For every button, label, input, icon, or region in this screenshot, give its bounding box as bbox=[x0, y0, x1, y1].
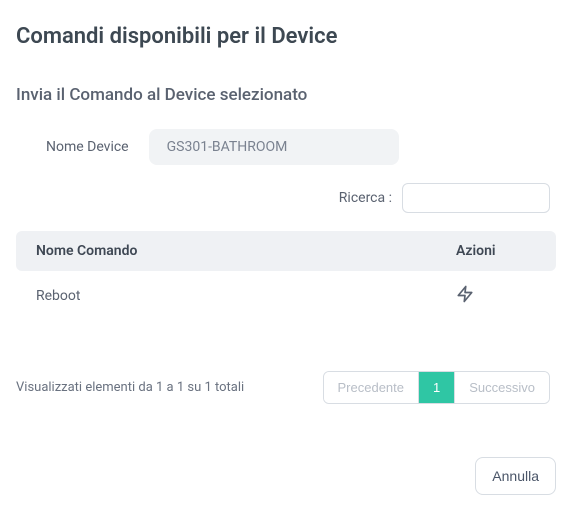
search-label: Ricerca : bbox=[339, 190, 392, 206]
commands-table: Nome Comando Azioni Reboot bbox=[16, 231, 556, 321]
col-header-name: Nome Comando bbox=[36, 243, 456, 259]
search-row: Ricerca : bbox=[16, 183, 556, 213]
device-name-label: Nome Device bbox=[16, 139, 129, 155]
command-name: Reboot bbox=[36, 288, 456, 304]
pagination: Precedente 1 Successivo bbox=[323, 371, 550, 404]
pagination-prev[interactable]: Precedente bbox=[324, 372, 420, 403]
results-text: Visualizzati elementi da 1 a 1 su 1 tota… bbox=[16, 380, 244, 395]
lightning-icon[interactable] bbox=[456, 285, 474, 303]
cancel-button[interactable]: Annulla bbox=[475, 457, 556, 495]
pagination-page-1[interactable]: 1 bbox=[419, 372, 455, 403]
table-row: Reboot bbox=[16, 271, 556, 321]
device-row: Nome Device GS301-BATHROOM bbox=[16, 129, 556, 165]
table-header: Nome Comando Azioni bbox=[16, 231, 556, 271]
col-header-actions: Azioni bbox=[456, 243, 536, 259]
section-subtitle: Invia il Comando al Device selezionato bbox=[16, 85, 556, 105]
device-name-value: GS301-BATHROOM bbox=[149, 129, 399, 165]
search-input[interactable] bbox=[402, 183, 550, 213]
pagination-next[interactable]: Successivo bbox=[455, 372, 549, 403]
page-title: Comandi disponibili per il Device bbox=[16, 24, 556, 49]
table-footer: Visualizzati elementi da 1 a 1 su 1 tota… bbox=[16, 371, 556, 404]
